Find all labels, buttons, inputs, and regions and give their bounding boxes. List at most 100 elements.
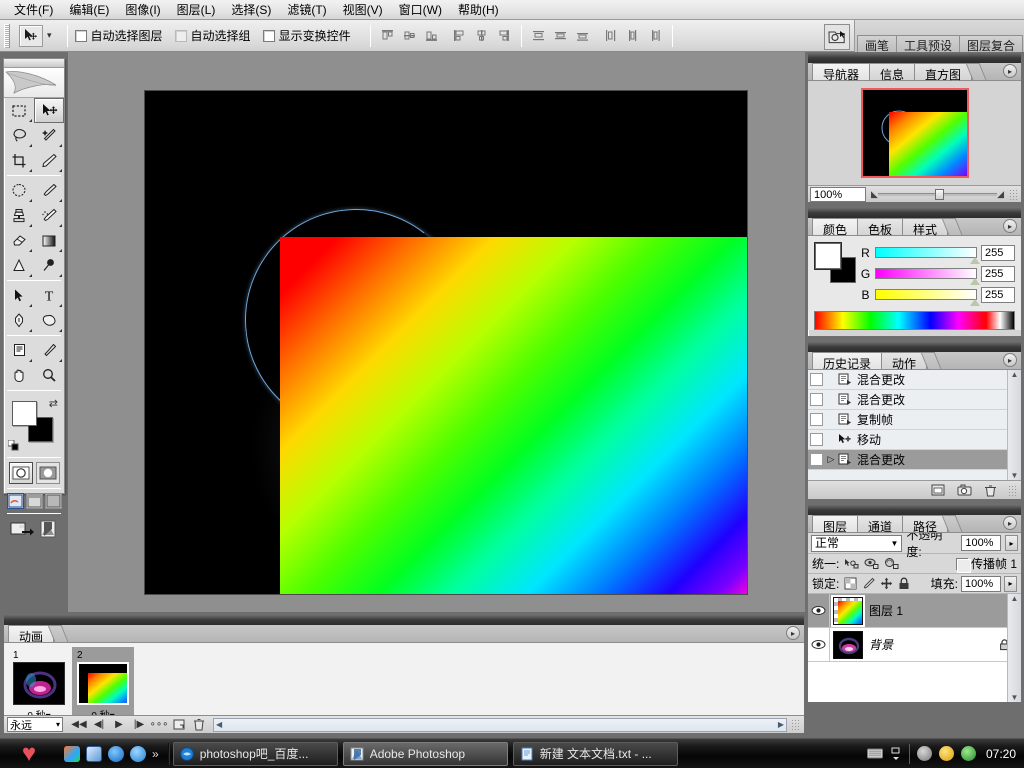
maxthon-icon[interactable]	[108, 746, 124, 762]
swap-colors-icon[interactable]: ⇄	[49, 397, 58, 410]
options-bar-grip[interactable]	[4, 24, 10, 48]
history-snapshot-checkbox[interactable]	[810, 413, 823, 426]
tab-layers[interactable]: 图层	[812, 515, 858, 532]
animation-resize-grip[interactable]	[791, 719, 801, 730]
create-new-snapshot-icon[interactable]	[956, 483, 972, 498]
lasso-tool[interactable]	[4, 123, 34, 148]
move-tool-icon[interactable]	[19, 25, 43, 47]
hand-tool[interactable]	[4, 363, 34, 388]
layer-visibility-toggle[interactable]	[808, 594, 830, 627]
channel-slider-thumb-g[interactable]	[970, 278, 980, 285]
taskbar-clock[interactable]: 07:20	[986, 747, 1016, 761]
toolbox-title-bar[interactable]	[4, 59, 64, 68]
delete-state-icon[interactable]	[982, 483, 998, 498]
channel-value-b[interactable]: 255	[981, 287, 1015, 303]
tool-preset-chevron-icon[interactable]: ▾	[47, 30, 52, 41]
show-transform-controls-option[interactable]: 显示变换控件	[263, 27, 351, 44]
color-panel-grip[interactable]	[808, 208, 1021, 218]
align-vertical-centers-icon[interactable]	[400, 26, 420, 46]
unify-visibility-icon[interactable]	[864, 557, 879, 570]
select-previous-frame-icon[interactable]: ◀|	[89, 717, 109, 733]
layer-row[interactable]: 背景	[808, 628, 1021, 662]
align-left-edges-icon[interactable]	[450, 26, 470, 46]
history-snapshot-checkbox[interactable]	[810, 373, 823, 386]
move-tool[interactable]	[34, 98, 64, 123]
tab-actions[interactable]: 动作	[881, 352, 927, 369]
scroll-down-arrow-icon[interactable]: ▼	[1011, 693, 1019, 702]
channel-slider-g[interactable]	[875, 268, 977, 279]
standard-screen-mode-icon[interactable]	[7, 493, 24, 509]
layer-name[interactable]: 背景	[869, 636, 999, 653]
channel-value-g[interactable]: 255	[981, 266, 1015, 282]
zoom-tool[interactable]	[34, 363, 64, 388]
tween-frames-icon[interactable]: ∘∘∘	[149, 717, 169, 733]
play-animation-icon[interactable]: ▶	[109, 717, 129, 733]
layers-scrollbar[interactable]: ▲ ▼	[1007, 594, 1021, 702]
scroll-down-arrow-icon[interactable]: ▼	[1011, 471, 1019, 480]
lock-all-icon[interactable]	[898, 577, 910, 590]
color-panel-menu-icon[interactable]: ▸	[1003, 219, 1017, 233]
animation-panel-grip[interactable]	[4, 615, 804, 625]
animation-frame[interactable]: 2 0 秒▾	[72, 647, 134, 715]
zoom-out-icon[interactable]: ◣	[871, 189, 878, 200]
crop-tool[interactable]	[4, 148, 34, 173]
layers-panel-grip[interactable]	[808, 505, 1021, 515]
select-next-frame-icon[interactable]: |▶	[129, 717, 149, 733]
history-snapshot-checkbox[interactable]	[810, 453, 823, 466]
align-bottom-edges-icon[interactable]	[422, 26, 442, 46]
brush-tool[interactable]	[34, 178, 64, 203]
tab-info[interactable]: 信息	[869, 63, 915, 80]
navigator-panel-grip[interactable]	[808, 53, 1021, 63]
scroll-up-arrow-icon[interactable]: ▲	[1011, 370, 1019, 379]
history-item[interactable]: 混合更改	[808, 370, 1021, 390]
select-first-frame-icon[interactable]: ◀◀	[69, 717, 89, 733]
frame-delay[interactable]: 0 秒▾	[75, 707, 131, 715]
history-panel-grip[interactable]	[808, 342, 1021, 352]
lock-position-icon[interactable]	[880, 577, 893, 590]
show-transform-controls-checkbox[interactable]	[263, 30, 275, 42]
distribute-bottom-edges-icon[interactable]	[573, 26, 593, 46]
delete-frame-icon[interactable]	[189, 717, 209, 733]
channel-slider-thumb-r[interactable]	[970, 257, 980, 264]
quick-launch-overflow-icon[interactable]: »	[152, 747, 159, 761]
media-player-icon[interactable]	[86, 746, 102, 762]
menu-select[interactable]: 选择(S)	[223, 1, 279, 19]
zoom-slider-thumb[interactable]	[935, 189, 944, 200]
healing-brush-tool[interactable]	[4, 178, 34, 203]
full-screen-mode-icon[interactable]	[45, 493, 62, 509]
slice-tool[interactable]	[34, 148, 64, 173]
history-resize-grip[interactable]	[1008, 485, 1018, 496]
history-brush-tool[interactable]	[34, 203, 64, 228]
layer-thumbnail[interactable]	[833, 631, 863, 659]
align-top-edges-icon[interactable]	[378, 26, 398, 46]
type-tool[interactable]: T	[34, 283, 64, 308]
scroll-up-arrow-icon[interactable]: ▲	[1011, 594, 1019, 603]
auto-select-layer-option[interactable]: 自动选择图层	[75, 27, 163, 44]
duplicate-frame-icon[interactable]	[169, 717, 189, 733]
history-list[interactable]: 混合更改 混合更改 复制帧	[808, 370, 1021, 480]
align-horizontal-centers-icon[interactable]	[472, 26, 492, 46]
tray-expand-icon[interactable]	[890, 747, 902, 761]
tab-navigator[interactable]: 导航器	[812, 63, 870, 80]
history-snapshot-checkbox[interactable]	[810, 433, 823, 446]
align-right-edges-icon[interactable]	[494, 26, 514, 46]
history-panel-menu-icon[interactable]: ▸	[1003, 353, 1017, 367]
show-desktop-icon[interactable]	[64, 746, 80, 762]
image-canvas[interactable]	[144, 90, 748, 595]
history-item[interactable]: ▷ 混合更改	[808, 450, 1021, 470]
menu-help[interactable]: 帮助(H)	[450, 1, 507, 19]
file-browser-icon[interactable]	[824, 24, 850, 50]
tab-histogram[interactable]: 直方图	[914, 63, 972, 80]
tab-swatches[interactable]: 色板	[857, 218, 903, 235]
gradient-tool[interactable]	[34, 228, 64, 253]
channel-value-r[interactable]: 255	[981, 245, 1015, 261]
distribute-left-edges-icon[interactable]	[601, 26, 621, 46]
jump-to-imageready-icon[interactable]	[10, 519, 34, 539]
zoom-level-input[interactable]: 100%	[810, 187, 866, 202]
unify-position-icon[interactable]	[844, 557, 859, 570]
fill-stepper-icon[interactable]: ▸	[1004, 576, 1017, 592]
marquee-tool[interactable]	[4, 98, 34, 123]
distribute-horizontal-centers-icon[interactable]	[623, 26, 643, 46]
notes-tool[interactable]	[4, 338, 34, 363]
dodge-tool[interactable]	[34, 253, 64, 278]
